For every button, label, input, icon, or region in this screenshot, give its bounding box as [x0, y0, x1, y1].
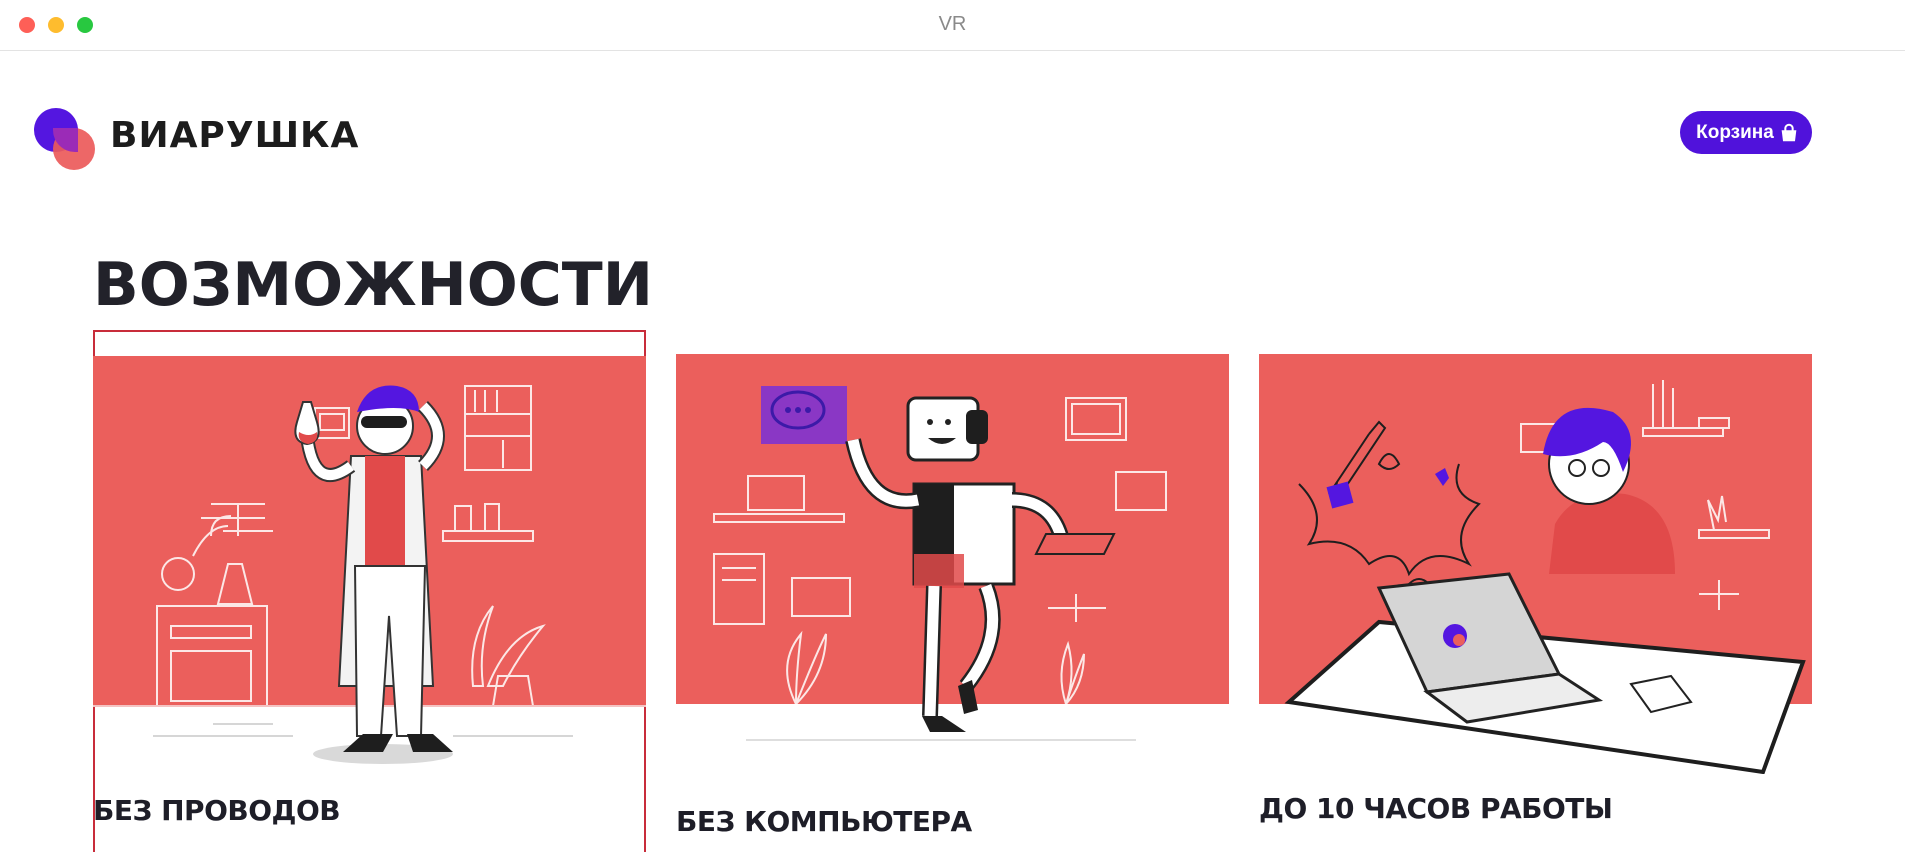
features-title: ВОЗМОЖНОСТИ: [93, 250, 653, 320]
cart-label: Корзина: [1696, 121, 1774, 143]
laptop-worker-illustration: [1259, 354, 1812, 774]
feature-label-wireless: БЕЗ ПРОВОДОВ: [93, 794, 341, 827]
cart-button[interactable]: Корзина: [1680, 111, 1812, 154]
feature-label-no-computer: БЕЗ КОМПЬЮТЕРА: [676, 805, 972, 838]
feature-label-battery: ДО 10 ЧАСОВ РАБОТЫ: [1259, 792, 1613, 825]
scientist-illustration: [93, 356, 646, 764]
feature-card-battery[interactable]: ДО 10 ЧАСОВ РАБОТЫ: [1259, 330, 1812, 850]
window-titlebar: VR: [0, 0, 1905, 51]
window-title: VR: [938, 13, 967, 35]
site-logo[interactable]: ВИАРУШКА: [34, 108, 358, 172]
feature-card-wireless[interactable]: БЕЗ ПРОВОДОВ: [93, 330, 646, 852]
shopping-bag-icon: [1781, 123, 1797, 141]
feature-card-no-computer[interactable]: БЕЗ КОМПЬЮТЕРА: [676, 330, 1229, 850]
robot-illustration: [676, 354, 1229, 741]
brand-name: ВИАРУШКА: [110, 115, 360, 156]
